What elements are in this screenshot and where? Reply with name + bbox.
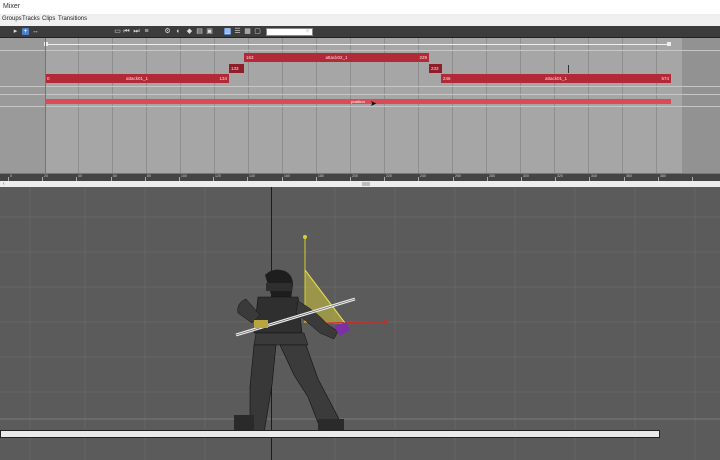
ruler-label: 100 [181,174,187,178]
ruler-label: 240 [420,174,426,178]
toolbar: ▸ + ↔ ▭ ⏮ ⏭ ≡ ⚙ ◐ ◆ ▤ ▣ ▥ ☰ ▦ ▢ ▾ [0,26,720,38]
track-separator [0,86,720,87]
ruler-label: 200 [352,174,358,178]
ruler-label: 380 [660,174,666,178]
ruler-label: 120 [215,174,221,178]
time-ruler[interactable]: 0 20 40 60 80 100 120 140 160 180 200 220 240 260 280 3… [0,173,720,181]
snap-icon[interactable]: ▢ [254,28,261,35]
menu-transitions[interactable]: Transitions [58,16,87,22]
gizmo-y-handle [303,235,307,239]
ruler-label: 40 [78,174,82,178]
frame-all-icon[interactable]: ▭ [114,28,121,35]
clip-name: attack01_1 [544,76,568,81]
range-end-handle[interactable] [667,42,671,46]
track-separator [0,94,720,95]
track-separator [0,106,720,107]
3d-viewport[interactable] [0,187,720,460]
scrollbar-thumb[interactable] [362,182,370,186]
ruler-label: 340 [591,174,597,178]
ninja-belt [253,332,309,346]
list-view-icon[interactable]: ☰ [234,28,241,35]
weight-icon[interactable]: ◐ [175,28,182,35]
playhead[interactable] [45,38,46,173]
dropdown-chevron-icon[interactable]: ▾ [304,28,311,35]
ruler-label: 300 [523,174,529,178]
clip-name: attack02_1 [325,55,348,60]
title-bar: Mixer [0,0,720,14]
step-back-icon[interactable]: ⏮ [123,28,130,35]
track-separator [0,50,720,51]
key-icon[interactable]: ◆ [186,28,193,35]
clip-end-frame: 574 [661,76,669,81]
ruler-label: 260 [455,174,461,178]
ruler-label: 20 [44,174,48,178]
clip-attack02[interactable]: 163 attack02_1 229 [244,53,429,62]
transition-label: 233 [431,66,439,71]
step-forward-icon[interactable]: ⏭ [133,28,140,35]
ninja-mask [266,283,292,291]
settings-icon[interactable]: ⚙ [164,28,171,35]
menu-clips[interactable]: Clips [42,16,55,22]
track-view-icon[interactable]: ▥ [224,28,231,35]
track-area[interactable]: 163 attack02_1 229 133 233 0 attack01_1 … [0,38,720,173]
mouse-cursor-icon: ➤ [370,99,377,108]
position-track-bar[interactable]: position [45,99,671,104]
clip-end-frame: 229 [419,55,427,60]
ruler-label: 160 [284,174,290,178]
ruler-label: 60 [113,174,117,178]
ruler-label: 180 [318,174,324,178]
ruler-label: 220 [386,174,392,178]
ruler-label: 360 [626,174,632,178]
ruler-label: 140 [249,174,255,178]
clip-attack01-a[interactable]: 0 attack01_1 134 [45,74,229,83]
ruler-label: 0 [10,174,12,178]
scale-tool-icon[interactable]: ↔ [32,28,39,35]
layer-icon[interactable]: ▤ [196,28,203,35]
clip-attack01-b[interactable]: 246 attack01_1 574 [441,74,671,83]
ground-plane [0,430,660,438]
key-marker [568,65,569,73]
select-icon[interactable]: ▣ [206,28,213,35]
ruler-label: 80 [147,174,151,178]
clip-end-frame: 134 [219,76,227,81]
graph-view-icon[interactable]: ▦ [244,28,251,35]
transition-clip-right[interactable]: 233 [429,64,442,73]
ruler-label: 320 [557,174,563,178]
ninja-character[interactable] [0,187,720,460]
gizmo-x-handle [384,320,388,324]
arrow-tool-icon[interactable]: ▸ [12,28,19,35]
loop-icon[interactable]: ≡ [143,28,150,35]
ruler-label: 280 [489,174,495,178]
window-title: Mixer [3,3,21,10]
clip-name: attack01_1 [125,76,149,81]
move-tool-icon[interactable]: + [22,28,29,35]
menu-groups[interactable]: Groups [2,16,22,22]
range-line [45,44,671,45]
range-marker[interactable] [44,42,671,47]
transition-label: 133 [231,66,239,71]
sword-guard [254,320,268,328]
menu-tracks[interactable]: Tracks [22,16,40,22]
transition-clip-left[interactable]: 133 [229,64,244,73]
